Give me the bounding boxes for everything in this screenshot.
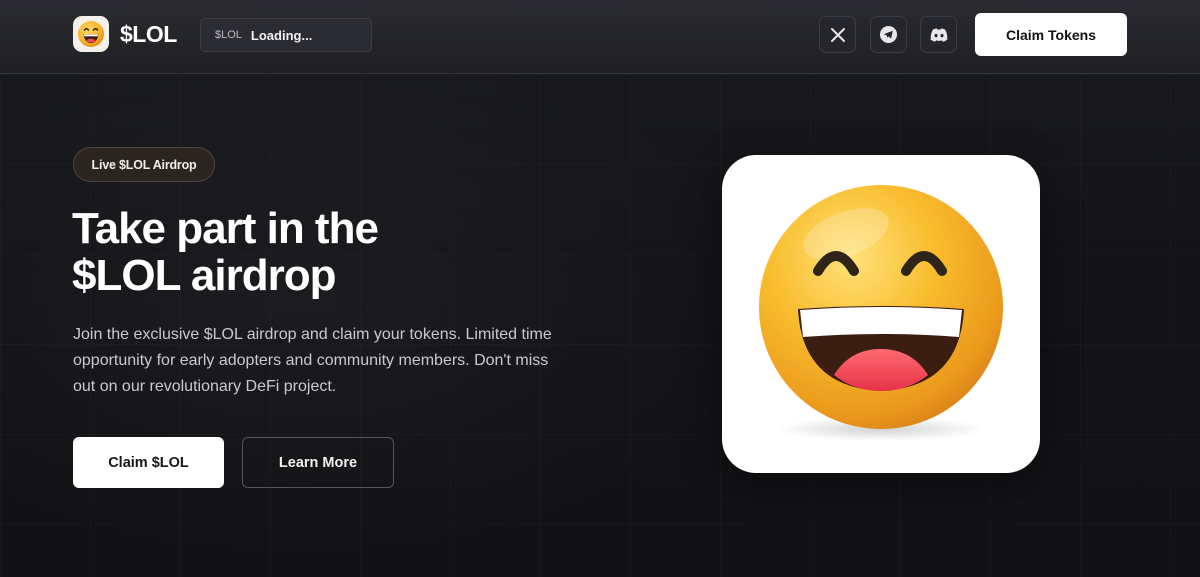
headline-line-1: Take part in the [72, 204, 379, 253]
site-header: $LOL $LOL Loading... Claim Tokens [0, 0, 1200, 74]
brand-name[interactable]: $LOL [120, 21, 177, 48]
hero-image-card [722, 155, 1040, 473]
discord-link-button[interactable] [920, 16, 957, 53]
telegram-link-button[interactable] [870, 16, 907, 53]
page: $LOL $LOL Loading... Claim Tokens Live $… [0, 0, 1200, 577]
hero-description: Join the exclusive $LOL airdrop and clai… [73, 326, 552, 395]
price-ticker: $LOL Loading... [200, 18, 372, 52]
x-link-button[interactable] [819, 16, 856, 53]
hero-headline: Take part in the $LOL airdrop [72, 205, 592, 299]
laughing-emoji-icon [759, 185, 1003, 441]
logo[interactable] [73, 16, 109, 52]
ticker-price: Loading... [250, 27, 313, 43]
laughing-emoji-icon [78, 21, 104, 47]
claim-tokens-button[interactable]: Claim Tokens [975, 13, 1127, 56]
airdrop-badge: Live $LOL Airdrop [73, 147, 215, 182]
discord-icon [930, 28, 947, 42]
learn-more-button[interactable]: Learn More [242, 437, 394, 488]
telegram-icon [879, 25, 898, 44]
claim-lol-button[interactable]: Claim $LOL [73, 437, 224, 488]
ticker-symbol: $LOL [215, 29, 242, 41]
x-icon [830, 27, 845, 42]
headline-line-2: $LOL airdrop [72, 251, 336, 300]
